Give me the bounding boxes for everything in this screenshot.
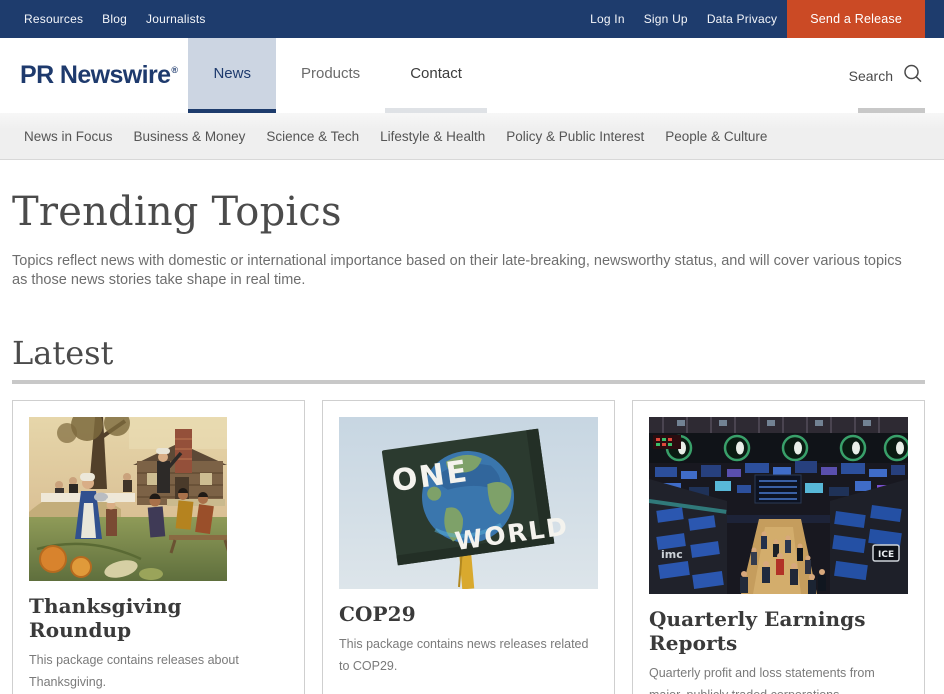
search-icon	[902, 63, 924, 88]
search-scroll-indicator	[858, 108, 925, 113]
topbar-link-journalists[interactable]: Journalists	[146, 0, 206, 38]
logo-text: PR Newswire	[20, 61, 170, 90]
search-label: Search	[849, 68, 893, 84]
page-intro: Topics reflect news with domestic or int…	[12, 252, 914, 290]
card-column-1: Thanksgiving Roundup This package contai…	[12, 400, 305, 694]
subnav-item-lifestyle-health[interactable]: Lifestyle & Health	[380, 129, 485, 144]
one-world-protest-sign-image: ONE WORLD	[339, 417, 598, 589]
card-description: This package contains releases about Tha…	[29, 650, 288, 693]
topbar-link-signup[interactable]: Sign Up	[644, 0, 688, 38]
topbar-right-links: Log In Sign Up Data Privacy	[590, 0, 777, 38]
subnav-item-policy-public-interest[interactable]: Policy & Public Interest	[506, 129, 644, 144]
topbar-spacer	[206, 0, 591, 38]
main-header: PR Newswire® News Products Contact Searc…	[0, 38, 944, 113]
topbar-left-links: Resources Blog Journalists	[24, 0, 206, 38]
subnav-item-science-tech[interactable]: Science & Tech	[266, 129, 359, 144]
topbar-link-resources[interactable]: Resources	[24, 0, 83, 38]
imc-logo-text: imc	[661, 548, 683, 561]
nav-tab-contact[interactable]: Contact	[385, 38, 487, 113]
send-a-release-button[interactable]: Send a Release	[787, 0, 925, 38]
thanksgiving-painting-image	[29, 417, 227, 581]
page-title: Trending Topics	[12, 189, 925, 235]
topbar-link-blog[interactable]: Blog	[102, 0, 127, 38]
card-description: This package contains news releases rela…	[339, 634, 598, 677]
nav-tab-news[interactable]: News	[188, 38, 276, 113]
card-title: COP29	[339, 602, 598, 626]
primary-nav: News Products Contact	[188, 38, 486, 113]
ice-logo-text: ICE	[878, 550, 894, 560]
category-subnav: News in Focus Business & Money Science &…	[0, 113, 944, 160]
topbar-link-data-privacy[interactable]: Data Privacy	[707, 0, 777, 38]
subnav-item-business-money[interactable]: Business & Money	[134, 129, 246, 144]
section-title-latest: Latest	[12, 334, 925, 372]
topic-card-quarterly-earnings[interactable]: imc ICE	[632, 400, 925, 694]
nyse-trading-floor-image: imc ICE	[649, 417, 908, 594]
subnav-item-people-culture[interactable]: People & Culture	[665, 129, 767, 144]
card-column-3: imc ICE	[632, 400, 925, 694]
registered-mark: ®	[171, 65, 177, 75]
card-column-2: ONE WORLD COP29 This package contains ne…	[322, 400, 615, 694]
topic-card-cop29[interactable]: ONE WORLD COP29 This package contains ne…	[322, 400, 615, 694]
card-description: Quarterly profit and loss statements fro…	[649, 663, 908, 694]
pr-newswire-logo[interactable]: PR Newswire®	[20, 38, 177, 113]
header-spacer	[487, 38, 849, 113]
search-button[interactable]: Search	[849, 38, 924, 113]
topic-card-grid: Thanksgiving Roundup This package contai…	[12, 400, 925, 694]
topic-card-thanksgiving-roundup[interactable]: Thanksgiving Roundup This package contai…	[12, 400, 305, 694]
pr-newswire-page: Resources Blog Journalists Log In Sign U…	[0, 0, 944, 694]
top-utility-bar: Resources Blog Journalists Log In Sign U…	[0, 0, 944, 38]
nav-tab-products[interactable]: Products	[276, 38, 385, 113]
topbar-link-login[interactable]: Log In	[590, 0, 625, 38]
section-divider	[12, 380, 925, 384]
card-title: Quarterly Earnings Reports	[649, 607, 908, 655]
card-title: Thanksgiving Roundup	[29, 594, 288, 642]
main-content: Trending Topics Topics reflect news with…	[12, 189, 925, 694]
subnav-item-news-in-focus[interactable]: News in Focus	[24, 129, 113, 144]
